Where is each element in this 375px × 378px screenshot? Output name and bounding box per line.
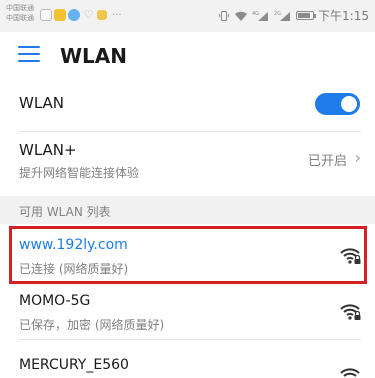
network-name: MOMO-5G: [19, 293, 91, 309]
wlan-plus-status: 已开启: [307, 154, 347, 169]
notification-app-icon: [68, 9, 80, 21]
battery-fill: [298, 13, 311, 18]
wlan-plus-subtitle: 提升网络智能连接体验: [19, 166, 140, 180]
page-title: WLAN: [60, 44, 128, 68]
wlan-plus-row[interactable]: WLAN+ 提升网络智能连接体验 已开启 ›: [0, 132, 375, 188]
wlan-toggle-switch[interactable]: [315, 93, 360, 115]
wifi-lock-icon: [340, 248, 361, 264]
signal-1-label: 4G: [252, 11, 259, 17]
status-time: 下午1:15: [318, 9, 369, 23]
wifi-lock-icon: [340, 368, 360, 377]
battery-icon: [296, 11, 317, 20]
network-status: 已连接 (网络质量好): [19, 262, 129, 276]
vibrate-icon: [218, 10, 230, 21]
network-item-www-192ly-com[interactable]: www.192ly.com 已连接 (网络质量好): [0, 228, 375, 284]
network-item-momo-5g[interactable]: MOMO-5G 已保存，加密 (网络质量好): [0, 284, 375, 340]
wifi-status-icon: [235, 11, 248, 21]
wlan-toggle-row[interactable]: WLAN: [0, 78, 375, 132]
chevron-right-icon: ›: [354, 148, 361, 167]
carrier-label-1: 中国联通: [6, 4, 34, 12]
section-header-label: 可用 WLAN 列表: [19, 205, 111, 219]
notification-app-icon: [54, 9, 66, 21]
toggle-knob: [341, 96, 357, 112]
network-status: 已保存，加密 (网络质量好): [19, 318, 165, 332]
wifi-lock-icon: [340, 304, 361, 320]
wlan-plus-title: WLAN+: [19, 141, 77, 159]
app-bar: WLAN: [0, 32, 375, 78]
status-right: 4G 2G 下午1:15: [218, 7, 369, 24]
available-networks-header: 可用 WLAN 列表: [0, 196, 375, 224]
status-bar: 中国联通 中国联通 ♡ ··· 4G 2G 下午1:15: [0, 0, 375, 32]
menu-icon[interactable]: [18, 45, 40, 63]
signal-icon: 2G: [274, 11, 291, 21]
network-name: MERCURY_E560: [19, 357, 129, 373]
signal-2-label: 2G: [274, 11, 281, 17]
notification-icons: ♡ ···: [40, 9, 122, 21]
carrier-info: 中国联通 中国联通: [6, 4, 34, 24]
wlan-label: WLAN: [19, 94, 65, 112]
heart-icon: ♡: [83, 8, 94, 21]
carrier-label-2: 中国联通: [6, 14, 34, 22]
network-item-mercury-e560[interactable]: MERCURY_E560: [0, 340, 375, 378]
notification-app-icon: [97, 10, 107, 20]
signal-icon: 4G: [252, 11, 269, 21]
notification-app-icon: [40, 9, 52, 21]
network-name: www.192ly.com: [19, 237, 128, 253]
more-notifications-indicator: ···: [112, 9, 122, 21]
